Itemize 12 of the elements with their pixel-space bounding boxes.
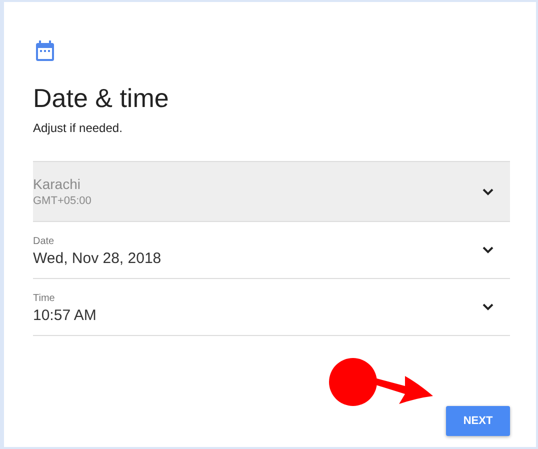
field-label: Time [33,292,56,306]
chevron-down-icon [482,246,494,254]
timezone-name: Karachi [33,174,82,192]
dialog-subtitle: Adjust if needed. [33,120,124,136]
field-label: Date [33,235,56,249]
field-value: 10:57 AM [33,306,96,326]
timezone-offset: GMT+05:00 [33,194,92,208]
dialog-title: Date & time [33,82,170,114]
calendar-icon [35,40,55,62]
chevron-down-icon [482,188,494,196]
field-value: Wed, Nov 28, 2018 [33,249,162,269]
chevron-down-icon [482,303,494,311]
